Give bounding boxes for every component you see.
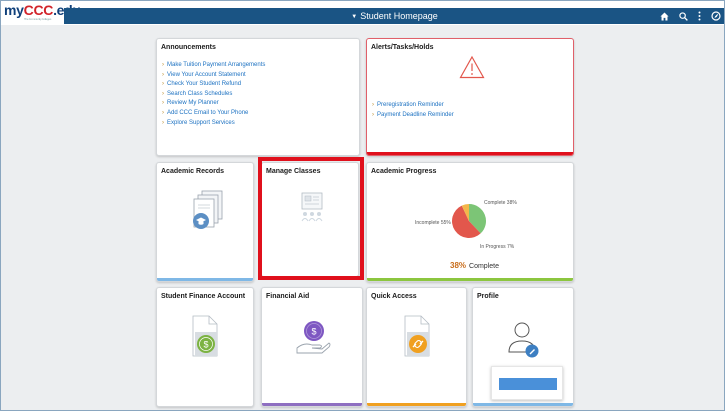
academic-progress-title: Academic Progress	[371, 168, 437, 175]
announcement-link[interactable]: Search Class Schedules	[162, 90, 265, 100]
alerts-tasks-holds-tile[interactable]: Alerts/Tasks/Holds Preregistration Remin…	[366, 38, 574, 156]
alerts-title: Alerts/Tasks/Holds	[371, 44, 434, 51]
pie-label-incomplete: Incomplete 55%	[415, 220, 451, 226]
homepage-title: Student Homepage	[360, 11, 438, 21]
logo-tagline: The Community Colleges	[24, 17, 52, 21]
progress-summary-label: Complete	[469, 263, 499, 270]
announcements-list: Make Tuition Payment Arrangements View Y…	[162, 61, 265, 128]
student-finance-account-tile[interactable]: Student Finance Account $	[156, 287, 254, 407]
home-icon[interactable]	[660, 11, 669, 21]
tile-stripe	[367, 403, 466, 406]
alert-link[interactable]: Preregistration Reminder	[372, 101, 454, 111]
alerts-list: Preregistration Reminder Payment Deadlin…	[372, 101, 454, 120]
warning-triangle-icon	[459, 55, 485, 84]
navigation-bar: ▼ Student Homepage	[64, 8, 725, 24]
announcements-title: Announcements	[161, 44, 216, 51]
records-icon	[189, 189, 225, 238]
manage-classes-highlight	[258, 157, 364, 280]
financial-aid-title: Financial Aid	[266, 293, 310, 300]
tile-stripe	[473, 403, 573, 406]
quick-access-tile[interactable]: Quick Access	[366, 287, 467, 407]
profile-icon	[507, 320, 541, 365]
homepage-selector[interactable]: ▼ Student Homepage	[64, 8, 725, 25]
quick-access-icon	[399, 312, 435, 365]
tile-stripe	[367, 278, 573, 281]
financial-aid-tile[interactable]: Financial Aid $	[261, 287, 363, 407]
redacted-bar	[499, 378, 557, 390]
logo-text-my: my	[4, 2, 24, 18]
announcements-tile: Announcements Make Tuition Payment Arran…	[156, 38, 360, 156]
announcement-link[interactable]: View Your Account Statement	[162, 71, 265, 81]
tile-stripe	[262, 403, 362, 406]
svg-text:$: $	[311, 327, 316, 337]
overlay-card	[491, 366, 563, 400]
svg-text:$: $	[203, 340, 208, 350]
tile-stripe	[157, 278, 253, 281]
logo-text-ccc: CCC	[23, 2, 54, 18]
academic-progress-tile[interactable]: Academic Progress Complete 38% Incomplet…	[366, 162, 574, 282]
pie-label-complete: Complete 38%	[484, 200, 517, 206]
caret-down-icon: ▼	[351, 14, 358, 20]
announcement-link[interactable]: Make Tuition Payment Arrangements	[162, 61, 265, 71]
alert-link[interactable]: Payment Deadline Reminder	[372, 111, 454, 121]
search-icon[interactable]	[679, 11, 688, 21]
profile-title: Profile	[477, 293, 499, 300]
quick-access-title: Quick Access	[371, 293, 417, 300]
announcement-link[interactable]: Add CCC Email to Your Phone	[162, 109, 265, 119]
top-bar: myCCC.edu The Community Colleges ▼Studen…	[0, 0, 725, 25]
academic-records-title: Academic Records	[161, 168, 225, 175]
pie-label-in-progress: In Progress 7%	[480, 244, 515, 250]
announcement-link[interactable]: Review My Planner	[162, 99, 265, 109]
progress-summary: 38% Complete	[450, 261, 499, 270]
announcement-link[interactable]: Explore Support Services	[162, 119, 265, 129]
navbar-icon[interactable]	[711, 11, 721, 21]
finance-folder-icon: $	[187, 312, 223, 365]
actions-menu-icon[interactable]	[698, 11, 701, 21]
academic-records-tile[interactable]: Academic Records	[156, 162, 254, 282]
announcement-link[interactable]: Check Your Student Refund	[162, 80, 265, 90]
tile-stripe	[367, 152, 573, 155]
financial-aid-icon: $	[294, 318, 332, 363]
student-finance-title: Student Finance Account	[161, 293, 246, 300]
progress-summary-value: 38%	[450, 261, 467, 270]
